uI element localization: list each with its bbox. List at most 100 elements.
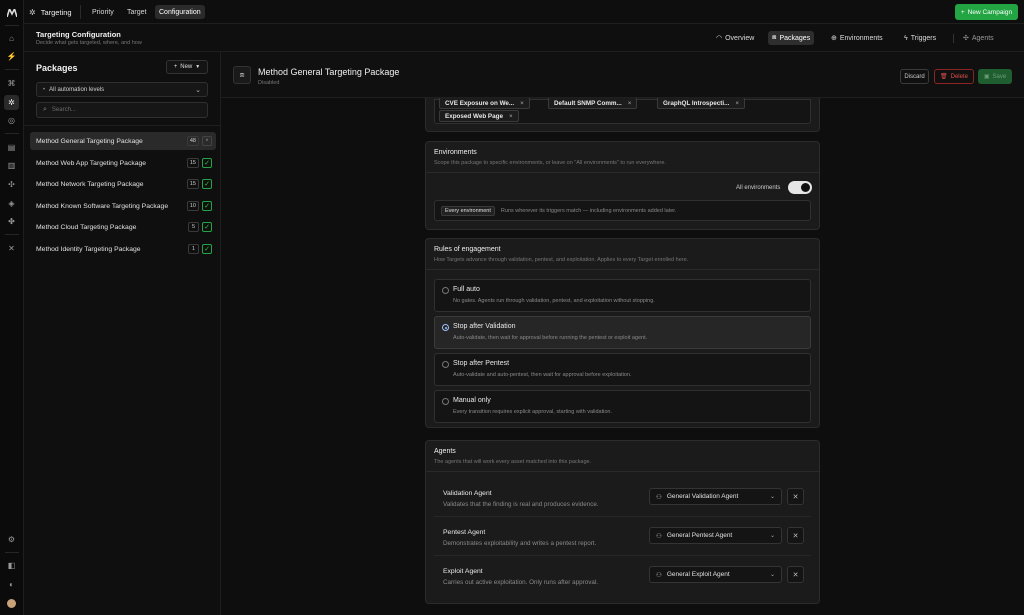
clear-agent-button[interactable]: ✕ [787, 527, 804, 544]
plus-icon: + [173, 64, 178, 70]
every-environment-badge: Every environment [441, 205, 495, 216]
save-button[interactable]: ▣ Save [978, 69, 1012, 84]
icon-rail: ⌂ ⚡ ⌘ ✲ ◎ ▤ ▥ ✣ ◈ ✤ ✕ ⚙ ◧ ◐ [0, 0, 24, 615]
chart-icon[interactable]: ▥ [4, 158, 19, 173]
tab-target[interactable]: Target [123, 5, 150, 19]
trigger-tag-box[interactable]: CVE Exposure on We... × Default SNMP Com… [434, 98, 811, 124]
package-name: Method Known Software Targeting Package [36, 202, 169, 210]
all-environments-toggle[interactable] [788, 181, 812, 194]
search-placeholder: Search... [51, 107, 76, 113]
radio-button[interactable] [442, 287, 449, 294]
tab-configuration[interactable]: Configuration [155, 5, 205, 19]
package-count-badge: 5 [188, 222, 199, 232]
package-list-item[interactable]: Method Cloud Targeting Package 5 ✓ [30, 218, 216, 236]
close-icon[interactable]: × [520, 100, 524, 107]
package-list-item[interactable]: Method Identity Targeting Package 1 ✓ [30, 240, 216, 258]
package-list-item[interactable]: Method Network Targeting Package 15 ✓ [30, 175, 216, 193]
agent-icon[interactable]: ✣ [4, 177, 19, 192]
logo-icon[interactable] [4, 5, 19, 20]
sidebar-toggle-icon[interactable]: ◧ [4, 558, 19, 573]
radio-button-selected[interactable] [442, 324, 449, 331]
agent-icon: ⚇ [656, 493, 662, 501]
validation-agent-select[interactable]: ⚇ General Validation Agent ⌄ [649, 488, 782, 505]
avatar[interactable] [4, 596, 19, 611]
tab-packages[interactable]: ⧈ Packages [768, 31, 815, 45]
trigger-tag[interactable]: Default SNMP Comm... × [548, 98, 638, 109]
brand[interactable]: ✲ Targeting [29, 5, 72, 19]
chevron-down-icon: ▼ [195, 64, 201, 70]
new-package-button[interactable]: + New ▼ [166, 60, 208, 74]
disabled-x-icon: × [202, 136, 212, 146]
report-icon[interactable]: ▤ [4, 140, 19, 155]
check-icon: ✓ [202, 201, 212, 211]
crosshair-icon[interactable]: ⌘ [4, 76, 19, 91]
agent-icon: ✣ [963, 35, 969, 42]
clear-agent-button[interactable]: ✕ [787, 488, 804, 505]
home-icon[interactable]: ⌂ [4, 31, 19, 46]
package-search-input[interactable]: ⌕ Search... [36, 102, 208, 118]
agent-icon: ⚇ [656, 571, 662, 579]
radio-button[interactable] [442, 361, 449, 368]
trigger-tag-label: CVE Exposure on We... [445, 99, 515, 107]
tab-overview[interactable]: ◠ Overview [712, 31, 758, 45]
radio-button[interactable] [442, 398, 449, 405]
package-list-item[interactable]: Method Web App Targeting Package 15 ✓ [30, 154, 216, 172]
rule-option-title: Manual only [453, 397, 491, 404]
save-label: Save [992, 73, 1007, 80]
page-header: Targeting Configuration Decide what gets… [24, 24, 1024, 52]
tab-triggers[interactable]: ϟ Triggers [900, 31, 940, 45]
discard-button[interactable]: Discard [900, 69, 929, 84]
rule-option-full-auto[interactable]: Full auto No gates. Agents run through v… [434, 279, 811, 312]
rule-option-manual-only[interactable]: Manual only Every transition requires ex… [434, 390, 811, 423]
activity-icon[interactable]: ⚡ [4, 49, 19, 64]
package-name: Method Identity Targeting Package [36, 245, 141, 253]
rule-option-stop-after-validation[interactable]: Stop after Validation Auto-validate, the… [434, 316, 811, 349]
tab-triggers-label: Triggers [910, 34, 937, 42]
network-icon[interactable]: ✤ [4, 214, 19, 229]
trigger-tag[interactable]: CVE Exposure on We... × [439, 98, 530, 109]
close-icon[interactable]: × [735, 100, 739, 107]
page-title: Targeting Configuration [36, 30, 121, 39]
tab-priority[interactable]: Priority [88, 5, 118, 19]
package-name: Method Web App Targeting Package [36, 159, 147, 167]
close-icon[interactable]: × [628, 100, 632, 107]
settings-sliders-icon[interactable]: ⚙ [4, 532, 19, 547]
tab-environments[interactable]: ⊕ Environments [827, 31, 887, 45]
tab-agents[interactable]: ✣ Agents [959, 31, 998, 45]
package-detail-content[interactable]: CVE Exposure on We... × Default SNMP Com… [221, 98, 1024, 615]
automation-filter-value: All automation levels [49, 86, 105, 93]
pentest-agent-select[interactable]: ⚇ General Pentest Agent ⌄ [649, 527, 782, 544]
new-campaign-button[interactable]: + New Campaign [955, 4, 1018, 20]
brand-label: Targeting [40, 7, 72, 17]
trigger-tag[interactable]: Exposed Web Page × [439, 110, 519, 122]
targeting-icon[interactable]: ✲ [4, 95, 19, 110]
check-icon: ✓ [202, 222, 212, 232]
automation-filter-select[interactable]: • All automation levels ⌄ [36, 82, 208, 97]
clear-agent-button[interactable]: ✕ [787, 566, 804, 583]
rules-title: Rules of engagement [434, 246, 501, 253]
agent-select-value: General Exploit Agent [666, 571, 730, 578]
theme-icon[interactable]: ◐ [4, 577, 19, 592]
rail-divider [5, 234, 19, 235]
triggers-card: CVE Exposure on We... × Default SNMP Com… [425, 98, 820, 132]
package-list-item[interactable]: Method Known Software Targeting Package … [30, 197, 216, 215]
trigger-tag-label: Exposed Web Page [445, 112, 503, 120]
package-count-badge: 1 [188, 244, 199, 254]
trigger-tag[interactable]: GraphQL Introspecti... × [657, 98, 746, 109]
radar-icon[interactable]: ◎ [4, 113, 19, 128]
tab-packages-label: Packages [779, 34, 811, 42]
agent-select-value: General Pentest Agent [666, 532, 733, 539]
tools-icon[interactable]: ✕ [4, 241, 19, 256]
rule-option-stop-after-pentest[interactable]: Stop after Pentest Auto-validate and aut… [434, 353, 811, 386]
cube-icon: ⧈ [772, 34, 777, 41]
tab-agents-label: Agents [971, 34, 994, 42]
delete-label: Delete [950, 73, 968, 80]
rule-option-title: Stop after Validation [453, 323, 516, 330]
package-list-item[interactable]: Method General Targeting Package 48 × [30, 132, 216, 150]
delete-button[interactable]: 🗑 Delete [934, 69, 974, 84]
all-environments-label: All environments [736, 185, 781, 191]
exploit-agent-select[interactable]: ⚇ General Exploit Agent ⌄ [649, 566, 782, 583]
close-icon[interactable]: × [509, 113, 513, 120]
integrations-icon[interactable]: ◈ [4, 196, 19, 211]
packages-title: Packages [36, 63, 78, 73]
